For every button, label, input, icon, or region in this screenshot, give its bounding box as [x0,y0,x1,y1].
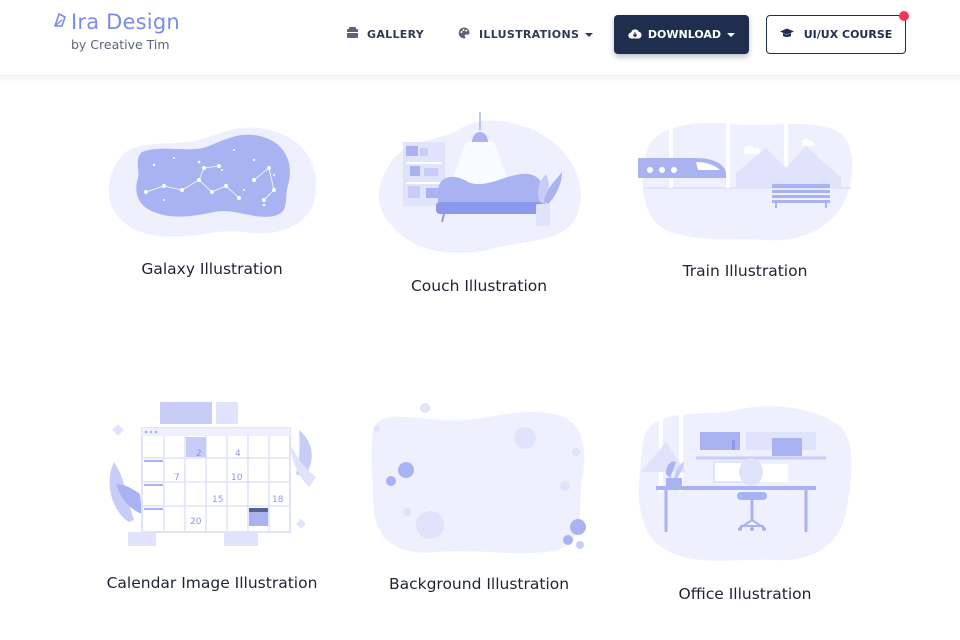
calendar-number: 2 [196,449,202,459]
brand-title: Ira Design [71,10,180,34]
calendar-illustration: 2 4 7 10 15 18 20 [109,402,316,546]
ira-logo-icon [52,10,71,34]
card-train[interactable] [636,118,866,243]
navbar: Ira Design by Creative Tim GALLERY ILLUS… [0,0,960,76]
calendar-number: 10 [231,473,243,483]
uiux-course-label: UI/UX COURSE [803,28,893,41]
card-caption-galaxy: Galaxy Illustration [141,260,283,278]
couch-illustration [378,112,581,253]
nav-gallery-link[interactable]: GALLERY [347,27,424,41]
cloud-download-icon [628,28,648,42]
nav-illustrations-label: ILLUSTRATIONS [479,28,580,41]
nav-gallery-label: GALLERY [367,27,425,41]
calendar-number: 18 [272,495,284,505]
calendar-number: 7 [174,473,180,483]
graduation-cap-icon [779,28,804,41]
calendar-number: 15 [212,495,223,505]
brand-subtitle: by Creative Tim [71,37,170,52]
nav-illustrations-dropdown[interactable]: ILLUSTRATIONS [458,27,594,42]
card-couch[interactable] [368,112,598,257]
background-illustration [371,403,586,554]
card-caption-couch: Couch Illustration [410,277,548,295]
palette-icon [458,27,479,42]
office-illustration [638,406,852,561]
card-caption-train: Train Illustration [682,262,808,280]
download-button[interactable]: DOWNLOAD [614,15,749,54]
card-office[interactable] [636,402,866,567]
notification-dot [899,11,909,21]
card-caption-office: Office Illustration [678,585,812,603]
card-galaxy[interactable] [104,120,334,245]
gallery-icon [347,27,367,41]
galaxy-illustration [108,127,317,237]
brand[interactable]: Ira Design by Creative Tim [52,10,180,52]
calendar-number: 4 [235,449,241,459]
train-illustration [638,122,853,241]
chevron-down-icon [727,32,736,37]
chevron-down-icon [585,32,594,37]
card-caption-background: Background Illustration [388,575,570,593]
card-background[interactable] [368,400,598,558]
card-calendar[interactable]: 2 4 7 10 15 18 20 [104,402,334,552]
uiux-course-button[interactable]: UI/UX COURSE [766,15,906,54]
calendar-number: 20 [190,517,202,527]
card-caption-calendar: Calendar Image Illustration [106,574,318,592]
download-label: DOWNLOAD [647,28,722,41]
